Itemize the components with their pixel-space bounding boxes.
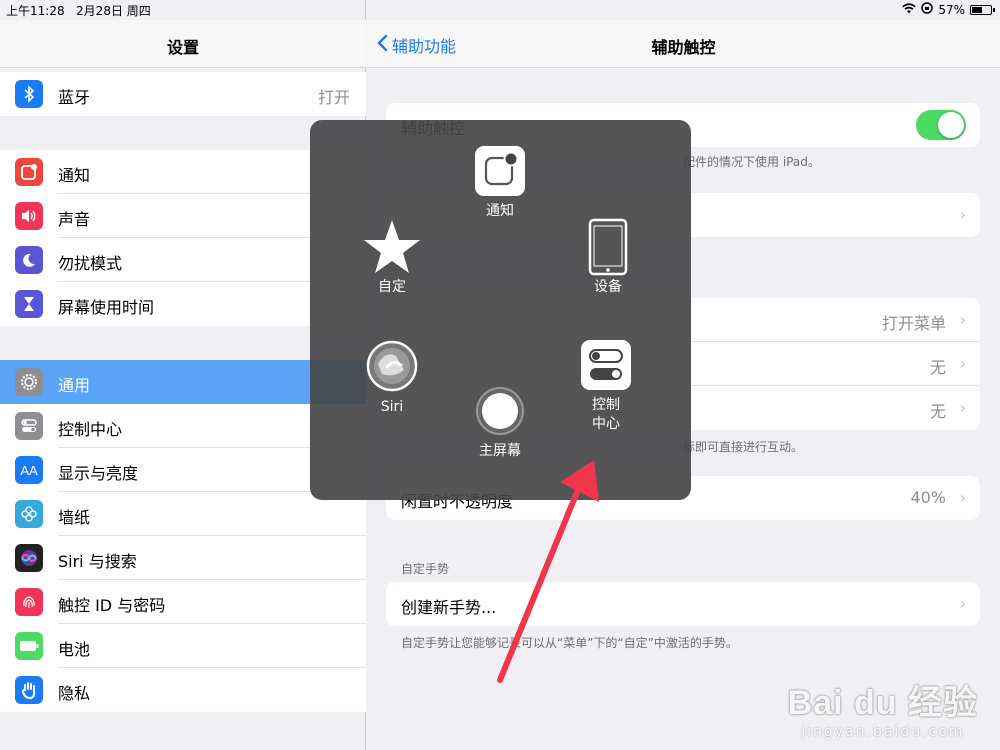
annotation-arrow — [497, 460, 599, 683]
baidu-watermark: Bai du 经验 jingyan.baidu.com — [788, 675, 978, 740]
watermark-logo: Bai du 经验 — [787, 684, 978, 722]
watermark-url: jingyan.baidu.com — [801, 724, 965, 740]
